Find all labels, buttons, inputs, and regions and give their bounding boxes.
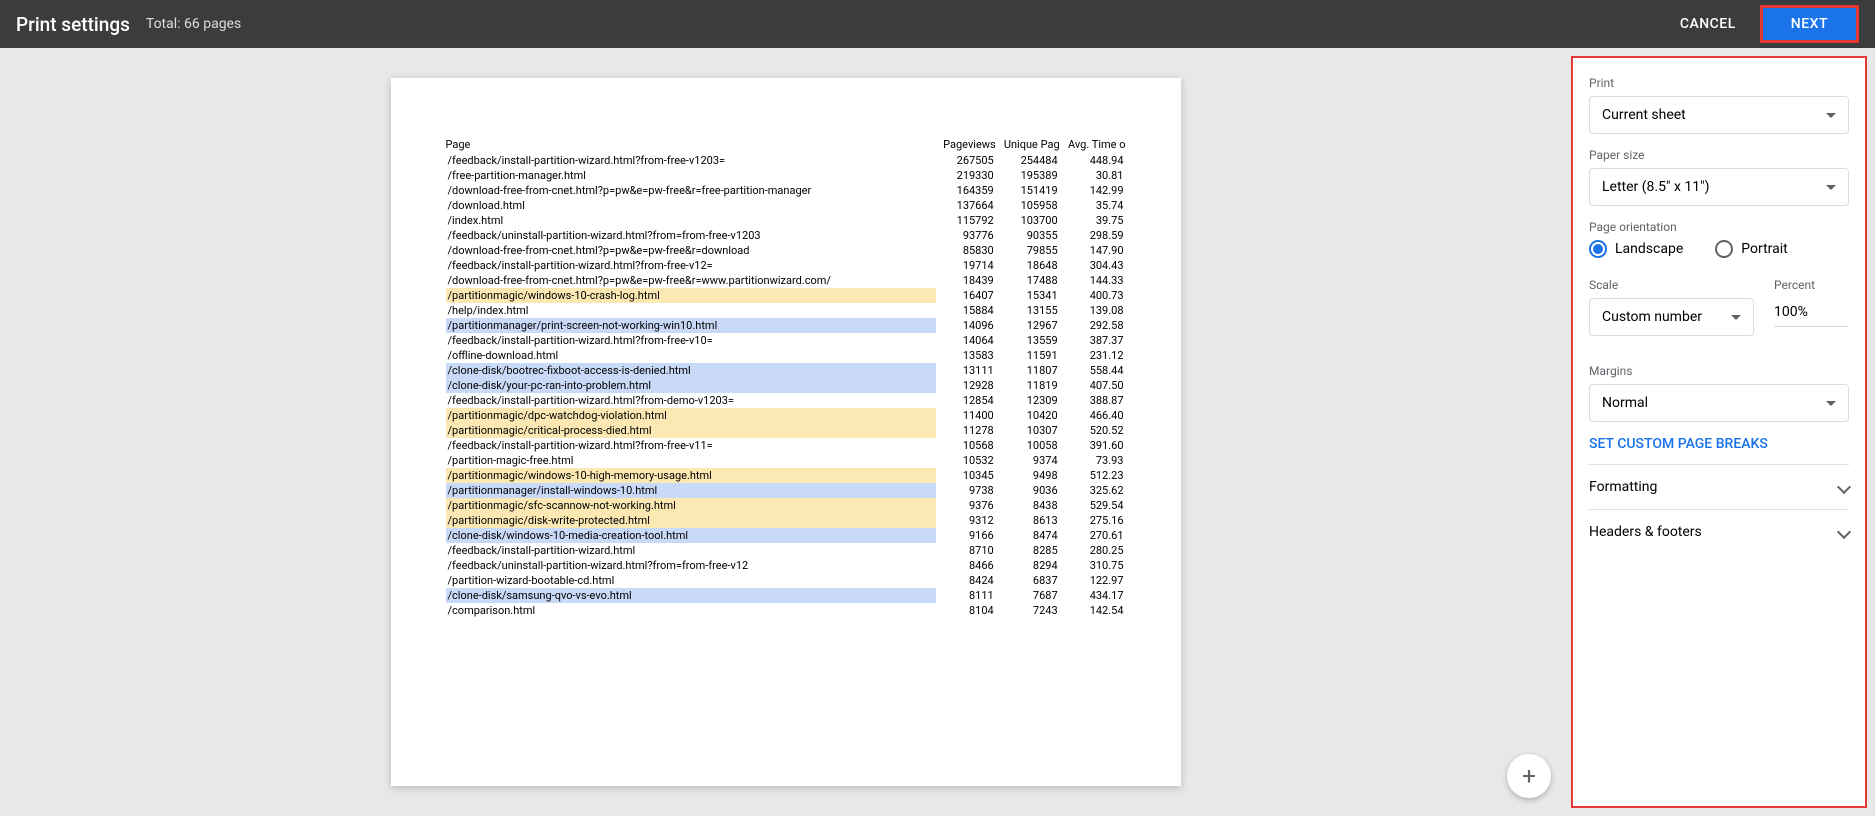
table-row: /feedback/install-partition-wizard.html?… <box>446 333 1126 348</box>
table-row: /feedback/install-partition-wizard.html?… <box>446 393 1126 408</box>
plus-icon: + <box>1522 762 1536 790</box>
table-row: /partitionmagic/windows-10-high-memory-u… <box>446 468 1126 483</box>
chevron-down-icon <box>1837 480 1851 494</box>
margins-value: Normal <box>1602 395 1648 411</box>
table-row: /partition-wizard-bootable-cd.html842468… <box>446 573 1126 588</box>
col-page: Page <box>446 138 936 153</box>
margins-label: Margins <box>1589 364 1849 378</box>
percent-label: Percent <box>1774 278 1849 292</box>
paper-size-value: Letter (8.5" x 11") <box>1602 179 1709 195</box>
table-row: /partitionmagic/disk-write-protected.htm… <box>446 513 1126 528</box>
portrait-label: Portrait <box>1741 241 1787 257</box>
next-button[interactable]: NEXT <box>1760 5 1859 43</box>
table-row: /partition-magic-free.html10532937473.93 <box>446 453 1126 468</box>
table-row: /partitionmagic/sfc-scannow-not-working.… <box>446 498 1126 513</box>
formatting-section[interactable]: Formatting <box>1589 464 1849 509</box>
radio-selected-icon <box>1589 240 1607 258</box>
landscape-label: Landscape <box>1615 241 1683 257</box>
formatting-label: Formatting <box>1589 479 1657 495</box>
radio-unselected-icon <box>1715 240 1733 258</box>
headers-footers-section[interactable]: Headers & footers <box>1589 509 1849 554</box>
table-row: /feedback/install-partition-wizard.html8… <box>446 543 1126 558</box>
table-row: /download-free-from-cnet.html?p=pw&e=pw-… <box>446 243 1126 258</box>
table-row: /free-partition-manager.html219330195389… <box>446 168 1126 183</box>
print-select-value: Current sheet <box>1602 107 1686 123</box>
table-row: /index.html11579210370039.75 <box>446 213 1126 228</box>
table-row: /offline-download.html1358311591231.12 <box>446 348 1126 363</box>
table-row: /feedback/uninstall-partition-wizard.htm… <box>446 558 1126 573</box>
set-page-breaks-link[interactable]: SET CUSTOM PAGE BREAKS <box>1589 436 1849 452</box>
table-row: /feedback/install-partition-wizard.html?… <box>446 153 1126 168</box>
orientation-label: Page orientation <box>1589 220 1849 234</box>
caret-down-icon <box>1731 315 1741 320</box>
margins-select[interactable]: Normal <box>1589 384 1849 422</box>
portrait-radio[interactable]: Portrait <box>1715 240 1787 258</box>
table-row: /comparison.html81047243142.54 <box>446 603 1126 618</box>
table-row: /clone-disk/samsung-qvo-vs-evo.html81117… <box>446 588 1126 603</box>
col-upv: Unique Pag <box>996 138 1060 153</box>
scale-value: Custom number <box>1602 309 1702 325</box>
table-row: /download.html13766410595835.74 <box>446 198 1126 213</box>
table-row: /partitionmagic/windows-10-crash-log.htm… <box>446 288 1126 303</box>
table-row: /partitionmanager/print-screen-not-worki… <box>446 318 1126 333</box>
scale-label: Scale <box>1589 278 1754 292</box>
settings-sidebar: Print Current sheet Paper size Letter (8… <box>1571 56 1867 808</box>
table-row: /clone-disk/your-pc-ran-into-problem.htm… <box>446 378 1126 393</box>
landscape-radio[interactable]: Landscape <box>1589 240 1683 258</box>
table-row: /clone-disk/windows-10-media-creation-to… <box>446 528 1126 543</box>
table-row: /partitionmagic/critical-process-died.ht… <box>446 423 1126 438</box>
page-total: Total: 66 pages <box>146 16 241 32</box>
table-row: /feedback/install-partition-wizard.html?… <box>446 258 1126 273</box>
paper-size-select[interactable]: Letter (8.5" x 11") <box>1589 168 1849 206</box>
table-row: /clone-disk/bootrec-fixboot-access-is-de… <box>446 363 1126 378</box>
table-row: /help/index.html1588413155139.08 <box>446 303 1126 318</box>
chevron-down-icon <box>1837 525 1851 539</box>
table-row: /feedback/install-partition-wizard.html?… <box>446 438 1126 453</box>
headers-label: Headers & footers <box>1589 524 1702 540</box>
print-label: Print <box>1589 76 1849 90</box>
add-page-button[interactable]: + <box>1507 754 1551 798</box>
table-row: /partitionmagic/dpc-watchdog-violation.h… <box>446 408 1126 423</box>
percent-input[interactable] <box>1774 298 1849 327</box>
caret-down-icon <box>1826 401 1836 406</box>
print-select[interactable]: Current sheet <box>1589 96 1849 134</box>
table-row: /partitionmanager/install-windows-10.htm… <box>446 483 1126 498</box>
table-row: /download-free-from-cnet.html?p=pw&e=pw-… <box>446 183 1126 198</box>
table-row: /feedback/uninstall-partition-wizard.htm… <box>446 228 1126 243</box>
preview-table: Page Pageviews Unique Pag Avg. Time o /f… <box>446 138 1126 618</box>
paper-size-label: Paper size <box>1589 148 1849 162</box>
caret-down-icon <box>1826 113 1836 118</box>
preview-area: Page Pageviews Unique Pag Avg. Time o /f… <box>0 48 1571 816</box>
scale-select[interactable]: Custom number <box>1589 298 1754 336</box>
topbar: Print settings Total: 66 pages CANCEL NE… <box>0 0 1875 48</box>
caret-down-icon <box>1826 185 1836 190</box>
col-time: Avg. Time o <box>1060 138 1126 153</box>
page-title: Print settings <box>16 13 130 36</box>
col-pv: Pageviews <box>936 138 996 153</box>
table-row: /download-free-from-cnet.html?p=pw&e=pw-… <box>446 273 1126 288</box>
preview-page: Page Pageviews Unique Pag Avg. Time o /f… <box>391 78 1181 786</box>
cancel-button[interactable]: CANCEL <box>1664 8 1752 40</box>
